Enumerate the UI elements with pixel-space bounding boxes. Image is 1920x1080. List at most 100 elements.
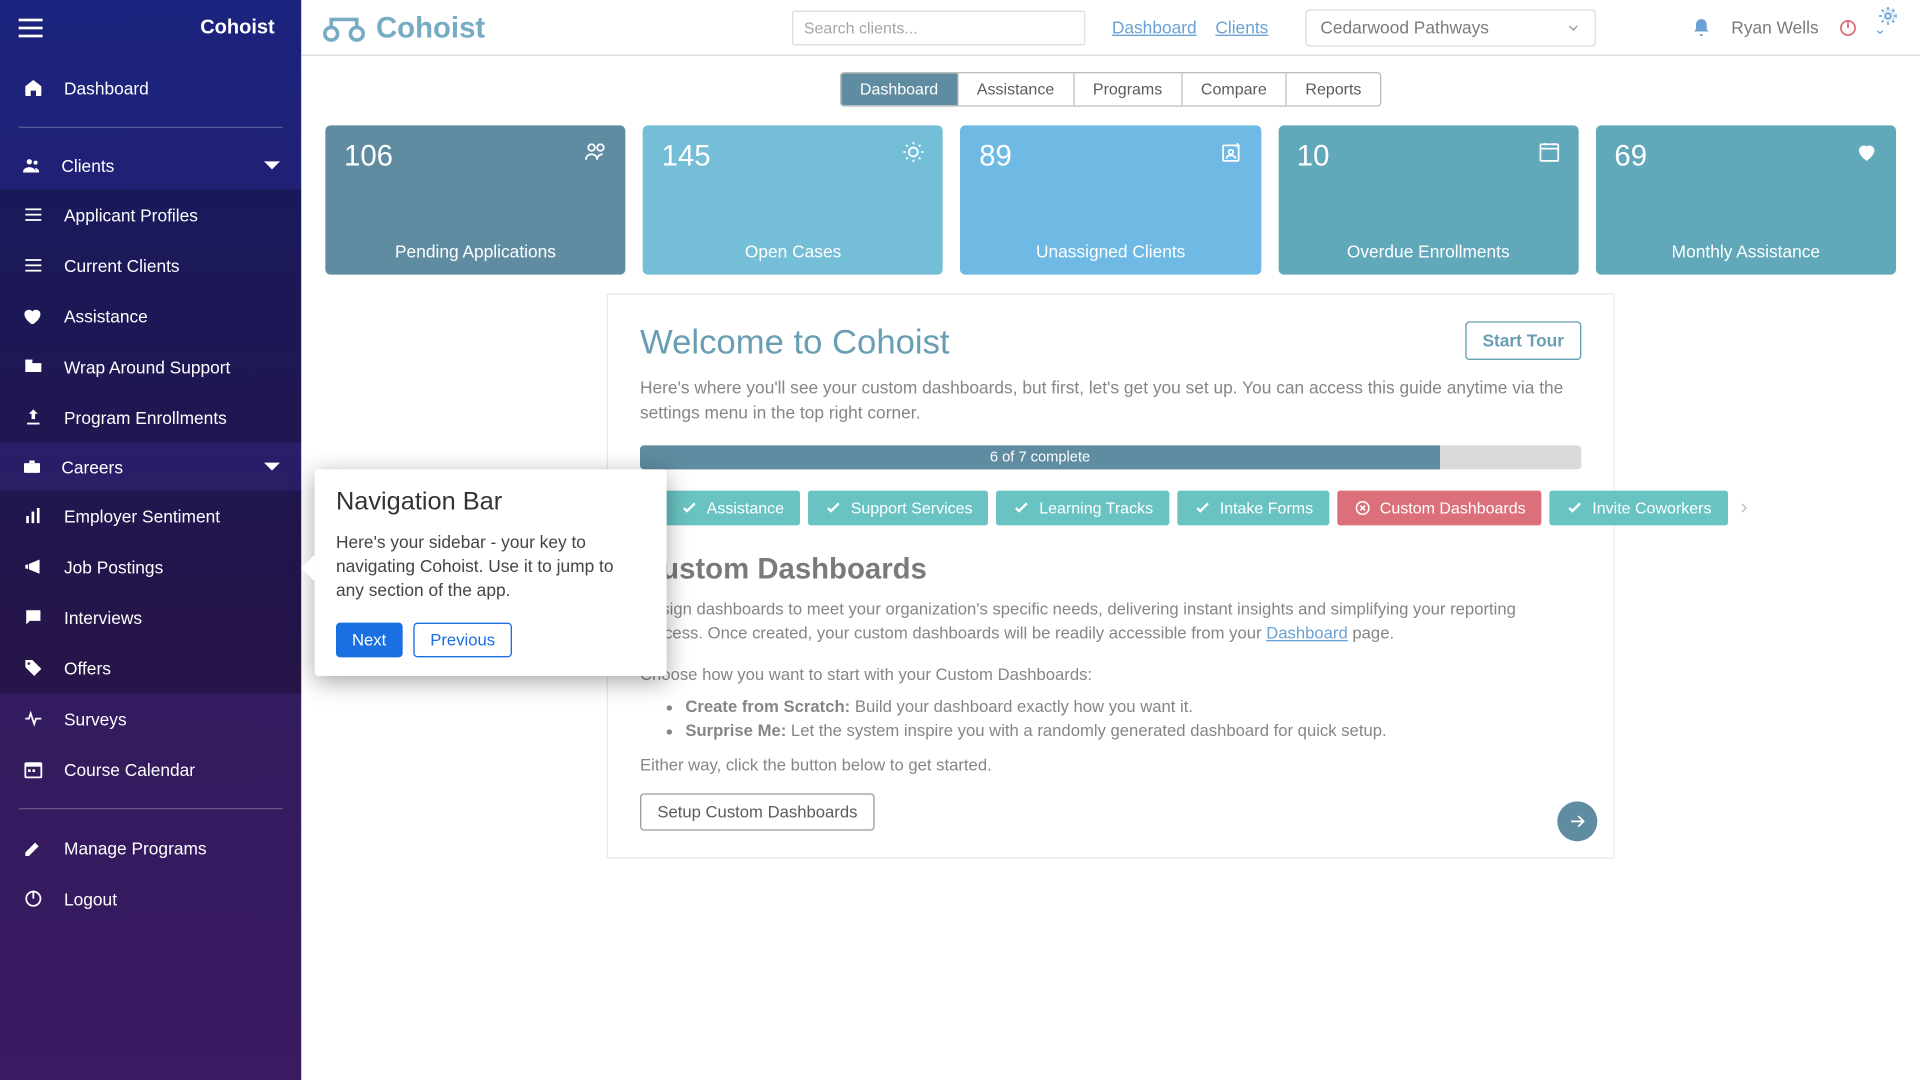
divider	[19, 127, 283, 128]
check-icon	[1013, 498, 1032, 517]
power-icon[interactable]	[1837, 17, 1858, 38]
chevron-down-icon	[264, 161, 280, 169]
tour-body: Here's your sidebar - your key to naviga…	[336, 531, 645, 604]
chip-intake-forms[interactable]: Intake Forms	[1177, 490, 1329, 525]
nav-program-enrollments[interactable]: Program Enrollments	[0, 392, 301, 443]
section-text-b: page.	[1348, 625, 1394, 644]
calendar-icon	[21, 757, 45, 781]
nav-wrap-around[interactable]: Wrap Around Support	[0, 341, 301, 392]
chip-learning-tracks[interactable]: Learning Tracks	[997, 490, 1170, 525]
user-name[interactable]: Ryan Wells	[1731, 17, 1818, 37]
tour-popup: Navigation Bar Here's your sidebar - you…	[315, 469, 667, 675]
next-step-fab[interactable]	[1557, 802, 1597, 842]
card-overdue-enrollments[interactable]: 10 Overdue Enrollments	[1278, 125, 1578, 274]
nav-job-postings[interactable]: Job Postings	[0, 541, 301, 592]
chip-custom-dashboards[interactable]: Custom Dashboards	[1337, 490, 1542, 525]
add-user-icon	[1218, 139, 1245, 166]
pulse-icon	[21, 707, 45, 731]
nav-dashboard[interactable]: Dashboard	[0, 63, 301, 114]
chip-label: Intake Forms	[1220, 498, 1313, 517]
card-number: 10	[1297, 139, 1560, 174]
hamburger-icon[interactable]	[19, 18, 43, 37]
card-monthly-assistance[interactable]: 69 Monthly Assistance	[1596, 125, 1896, 274]
nav-interviews[interactable]: Interviews	[0, 592, 301, 643]
chip-assistance[interactable]: Assistance	[664, 490, 800, 525]
nav-manage-programs[interactable]: Manage Programs	[0, 823, 301, 874]
chip-support-services[interactable]: Support Services	[808, 490, 989, 525]
bullet-bold: Surprise Me:	[685, 722, 786, 741]
nav-course-calendar[interactable]: Course Calendar	[0, 744, 301, 795]
nav-label: Logout	[64, 889, 117, 909]
panel-title: Welcome to Cohoist	[640, 321, 950, 362]
start-tour-button[interactable]: Start Tour	[1465, 321, 1581, 360]
card-number: 89	[979, 139, 1242, 174]
card-unassigned-clients[interactable]: 89 Unassigned Clients	[961, 125, 1261, 274]
tab-dashboard[interactable]: Dashboard	[841, 73, 958, 105]
tab-assistance[interactable]: Assistance	[958, 73, 1074, 105]
x-circle-icon	[1353, 498, 1372, 517]
card-number: 145	[662, 139, 925, 174]
check-icon	[680, 498, 699, 517]
card-open-cases[interactable]: 145 Open Cases	[643, 125, 943, 274]
section-text: Design dashboards to meet your organizat…	[640, 597, 1581, 647]
top-link-dashboard[interactable]: Dashboard	[1112, 17, 1197, 37]
sidebar-brand: Cohoist	[200, 16, 274, 39]
tour-title: Navigation Bar	[336, 488, 645, 517]
nav-surveys[interactable]: Surveys	[0, 693, 301, 744]
briefcase-icon	[21, 456, 42, 477]
heart-icon	[21, 304, 45, 328]
card-label: Unassigned Clients	[961, 241, 1261, 261]
card-label: Open Cases	[643, 241, 943, 261]
nav-dashboard-label: Dashboard	[64, 78, 149, 98]
card-label: Monthly Assistance	[1596, 241, 1896, 261]
tab-programs[interactable]: Programs	[1074, 73, 1182, 105]
nav-employer-sentiment[interactable]: Employer Sentiment	[0, 491, 301, 542]
nav-label: Interviews	[64, 607, 142, 627]
people-icon	[583, 139, 610, 166]
card-number: 106	[344, 139, 607, 174]
check-icon	[1566, 498, 1585, 517]
nav-assistance[interactable]: Assistance	[0, 291, 301, 342]
chip-invite-coworkers[interactable]: Invite Coworkers	[1550, 490, 1728, 525]
gear-icon[interactable]	[1877, 5, 1898, 50]
brand-name: Cohoist	[376, 10, 485, 45]
tabbar: Dashboard Assistance Programs Compare Re…	[301, 72, 1920, 107]
brand: Cohoist	[323, 10, 486, 45]
chips-row: Assistance Support Services Learning Tra…	[640, 490, 1581, 525]
nav-current-clients[interactable]: Current Clients	[0, 240, 301, 291]
section-title: Custom Dashboards	[640, 552, 1581, 587]
tab-reports[interactable]: Reports	[1287, 73, 1380, 105]
nav-group-careers[interactable]: Careers	[0, 443, 301, 491]
chat-icon	[21, 605, 45, 629]
tab-compare[interactable]: Compare	[1182, 73, 1286, 105]
chevron-right-icon[interactable]	[1735, 500, 1751, 516]
dashboard-link[interactable]: Dashboard	[1266, 625, 1348, 644]
nav-label: Offers	[64, 658, 111, 678]
tour-next-button[interactable]: Next	[336, 622, 402, 657]
card-pending-applications[interactable]: 106 Pending Applications	[325, 125, 625, 274]
check-icon	[1193, 498, 1212, 517]
search-input[interactable]	[792, 10, 1085, 45]
calendar-icon	[1536, 139, 1563, 166]
nav-offers[interactable]: Offers	[0, 643, 301, 694]
chevron-down-icon	[1566, 19, 1582, 35]
list-icon	[21, 253, 45, 277]
brand-logo-icon	[323, 11, 366, 43]
list-icon	[21, 203, 45, 227]
power-icon	[21, 887, 45, 911]
nav-applicant-profiles[interactable]: Applicant Profiles	[0, 189, 301, 240]
divider	[19, 808, 283, 809]
nav-logout[interactable]: Logout	[0, 873, 301, 924]
org-select[interactable]: Cedarwood Pathways	[1306, 9, 1597, 46]
bell-icon[interactable]	[1691, 17, 1712, 38]
pencil-icon	[21, 836, 45, 860]
chart-icon	[21, 504, 45, 528]
tour-previous-button[interactable]: Previous	[413, 622, 513, 657]
arrow-right-icon	[1567, 811, 1588, 832]
bullet-bold: Create from Scratch:	[685, 698, 850, 717]
setup-dashboards-button[interactable]: Setup Custom Dashboards	[640, 794, 875, 831]
nav-label: Program Enrollments	[64, 407, 227, 427]
nav-group-clients[interactable]: Clients	[0, 141, 301, 189]
chevron-down-icon	[264, 463, 280, 471]
top-link-clients[interactable]: Clients	[1215, 17, 1268, 37]
